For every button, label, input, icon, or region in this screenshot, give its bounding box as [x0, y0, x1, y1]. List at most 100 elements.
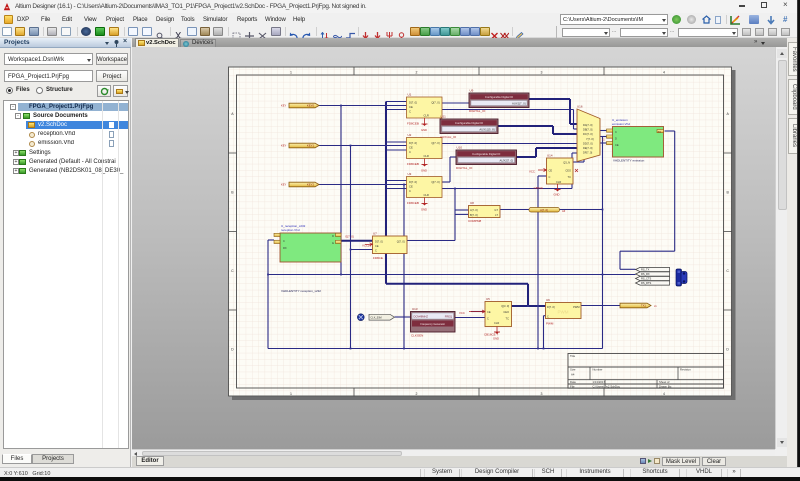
- svg-text:B[7..0]: B[7..0]: [470, 213, 478, 217]
- svg-text:AUX2[7..0]: AUX2[7..0]: [499, 158, 513, 162]
- svg-text:CE: CE: [409, 146, 413, 150]
- svg-text:DIGITAL_IO: DIGITAL_IO: [456, 166, 473, 170]
- svg-text:Configurable Digital IO: Configurable Digital IO: [485, 95, 514, 99]
- svg-text:CEO: CEO: [565, 169, 571, 173]
- svg-text:LT: LT: [495, 213, 498, 217]
- svg-text:2: 2: [416, 392, 418, 396]
- svg-text:COMPM8: COMPM8: [468, 219, 481, 223]
- svg-text:D: D: [332, 234, 334, 238]
- svg-text:2: 2: [416, 70, 418, 74]
- svg-text:PWM: PWM: [573, 305, 579, 309]
- svg-text:FD8CEB: FD8CEB: [407, 201, 419, 205]
- svg-text:3: 3: [541, 70, 543, 74]
- svg-text:VHDLENTITY emission: VHDLENTITY emission: [613, 159, 645, 163]
- svg-text:RS_TX: RS_TX: [641, 268, 650, 272]
- svg-text:Q3_N: Q3_N: [563, 161, 570, 165]
- svg-text:U13: U13: [412, 307, 418, 311]
- svg-text:Configurable Digital IO: Configurable Digital IO: [472, 152, 501, 156]
- svg-text:CLR: CLR: [556, 180, 561, 184]
- svg-text:U2: U2: [408, 133, 412, 137]
- svg-text:VCC: VCC: [459, 311, 465, 315]
- svg-text:GND: GND: [554, 193, 560, 197]
- svg-text:U6: U6: [546, 298, 550, 302]
- svg-text:RS_RTS: RS_RTS: [641, 281, 651, 285]
- svg-text:GND: GND: [421, 208, 427, 212]
- svg-text:3: 3: [541, 392, 543, 396]
- svg-text:TC: TC: [568, 175, 572, 179]
- svg-text:VCC: VCC: [529, 169, 535, 173]
- svg-text:1: 1: [290, 70, 292, 74]
- svg-text:E[7..0]: E[7..0]: [346, 235, 354, 239]
- svg-text:C: C: [547, 315, 549, 319]
- svg-text:D[7..0]: D[7..0]: [409, 141, 417, 145]
- svg-text:D: D: [615, 137, 617, 141]
- svg-text:4: 4: [663, 70, 665, 74]
- svg-text:DC[7..0]: DC[7..0]: [583, 132, 593, 136]
- svg-text:Q[7..0]: Q[7..0]: [431, 141, 439, 145]
- svg-text:AUX1[7..0]: AUX1[7..0]: [512, 101, 526, 105]
- svg-text:U1: U1: [408, 93, 412, 97]
- svg-text:FD8CE: FD8CE: [373, 256, 383, 260]
- svg-text:C: C: [283, 239, 285, 243]
- svg-text:U14: U14: [547, 154, 553, 158]
- svg-text:PWM: PWM: [558, 310, 569, 315]
- svg-text:KEY: KEY: [281, 144, 286, 148]
- svg-text:KEY: KEY: [281, 183, 286, 187]
- svg-text:CLR: CLR: [424, 154, 429, 158]
- svg-text:C: C: [615, 130, 617, 134]
- svg-text:CLR: CLR: [494, 321, 499, 325]
- svg-text:A#: A#: [562, 209, 566, 213]
- svg-text:Size: Size: [570, 367, 576, 371]
- svg-text:C: C: [549, 175, 551, 179]
- svg-text:E: E: [332, 241, 334, 245]
- svg-text:GT: GT: [494, 208, 498, 212]
- svg-text:Revision: Revision: [680, 367, 691, 371]
- svg-text:U10: U10: [457, 146, 463, 150]
- svg-text:KEY0: KEY0: [307, 104, 315, 108]
- svg-text:C: C: [375, 248, 377, 252]
- svg-text:CE: CE: [615, 143, 619, 147]
- svg-text:FD8CEB: FD8CEB: [407, 162, 419, 166]
- svg-text:File: File: [570, 384, 575, 388]
- svg-text:KEY2: KEY2: [307, 183, 315, 187]
- svg-text:CE: CE: [409, 105, 413, 109]
- svg-text:C: C: [409, 150, 411, 154]
- svg-text:AUX1[15..8]: AUX1[15..8]: [479, 127, 494, 131]
- svg-text:CLKGEN: CLKGEN: [411, 334, 423, 338]
- svg-text:RX: RX: [283, 246, 287, 250]
- svg-text:FD8CEB: FD8CEB: [407, 122, 419, 126]
- svg-text:VHDLENTITY reception_x232: VHDLENTITY reception_x232: [281, 289, 321, 293]
- svg-text:CE: CE: [487, 310, 491, 314]
- svg-text:DIGITAL_IO: DIGITAL_IO: [469, 109, 486, 113]
- svg-text:U11: U11: [441, 115, 447, 119]
- svg-text:C:\Users\..\v2.SchDoc: C:\Users\..\v2.SchDoc: [593, 384, 621, 388]
- svg-text:DF[7..0]: DF[7..0]: [583, 151, 593, 155]
- svg-text:C: C: [487, 317, 489, 321]
- svg-text:A[7..0]: A[7..0]: [470, 208, 478, 212]
- svg-text:Q[7..0]: Q[7..0]: [431, 180, 439, 184]
- svg-text:Configurable Digital IO: Configurable Digital IO: [455, 121, 484, 125]
- svg-text:D[7..0]: D[7..0]: [409, 101, 417, 105]
- svg-text:TX1: TX1: [641, 304, 647, 308]
- svg-text:emission.Vhd: emission.Vhd: [612, 122, 630, 126]
- svg-text:U3: U3: [408, 172, 412, 176]
- svg-text:C: C: [409, 189, 411, 193]
- svg-text:D[7..0]: D[7..0]: [375, 240, 383, 244]
- svg-text:DE[7..0]: DE[7..0]: [583, 146, 593, 150]
- svg-text:reception.Vhd: reception.Vhd: [281, 228, 300, 232]
- svg-text:Q[7..0]: Q[7..0]: [431, 101, 439, 105]
- svg-text:CLR: CLR: [424, 193, 429, 197]
- svg-text:FREQ: FREQ: [445, 315, 452, 319]
- svg-text:U8: U8: [470, 201, 474, 205]
- svg-text:TC: TC: [506, 317, 510, 321]
- svg-text:D[7..0]: D[7..0]: [547, 305, 555, 309]
- svg-text:U16: U16: [577, 105, 583, 109]
- svg-text:DCM48MHZ: DCM48MHZ: [414, 315, 429, 319]
- svg-text:Frequency Generator: Frequency Generator: [420, 322, 445, 326]
- svg-text:RS_CTS: RS_CTS: [641, 277, 652, 281]
- svg-text:A4: A4: [571, 373, 575, 377]
- svg-text:DA[7..0]: DA[7..0]: [583, 123, 593, 127]
- svg-text:Q[3..0]: Q[3..0]: [501, 304, 509, 308]
- svg-text:Drawn By:: Drawn By:: [659, 384, 672, 388]
- svg-text:GND: GND: [493, 337, 499, 341]
